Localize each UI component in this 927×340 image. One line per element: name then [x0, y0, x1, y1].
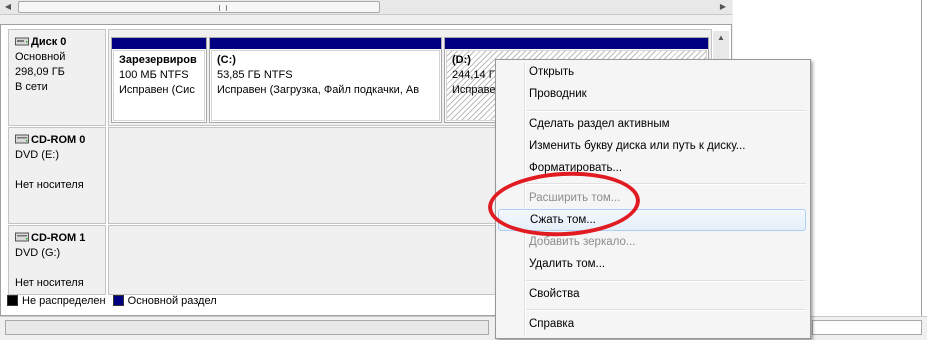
disk-status: Нет носителя	[15, 179, 84, 191]
disk-name: CD-ROM 0	[31, 134, 86, 146]
cdrom-1-label[interactable]: CD-ROM 1 DVD (G:) Нет носителя	[8, 225, 106, 295]
horizontal-scrollbar-top[interactable]: ◀ ▶	[0, 0, 732, 15]
menu-item-open[interactable]: Открыть	[498, 61, 806, 83]
volume-name: (C:)	[217, 54, 236, 66]
disk-type: DVD (G:)	[15, 247, 61, 259]
disk-0-label[interactable]: Диск 0 Основной 298,09 ГБ В сети	[8, 29, 106, 126]
disk-status: В сети	[15, 81, 48, 93]
scrollbar-thumb[interactable]	[18, 1, 380, 13]
status-box	[812, 320, 922, 335]
horizontal-scrollbar-bottom[interactable]	[5, 320, 489, 335]
volume-name: Зарезервиров	[119, 54, 197, 66]
volume-name: (D:)	[452, 54, 471, 66]
volume-c[interactable]: (C:) 53,85 ГБ NTFS Исправен (Загрузка, Ф…	[209, 37, 442, 123]
volume-reserved[interactable]: Зарезервиров 100 МБ NTFS Исправен (Сис	[111, 37, 207, 123]
menu-item-change-letter[interactable]: Изменить букву диска или путь к диску...	[498, 135, 806, 157]
scroll-up-arrow-icon[interactable]: ▲	[715, 33, 727, 42]
menu-separator	[526, 280, 806, 282]
volume-status: Исправен (Сис	[119, 84, 195, 96]
unallocated-swatch	[7, 295, 18, 306]
legend-primary: Основной раздел	[127, 295, 217, 307]
primary-swatch	[112, 295, 124, 306]
disk-type: DVD (E:)	[15, 149, 59, 161]
cdrom-0-label[interactable]: CD-ROM 0 DVD (E:) Нет носителя	[8, 127, 106, 224]
menu-separator	[526, 309, 806, 311]
menu-item-mark-active[interactable]: Сделать раздел активным	[498, 113, 806, 135]
volume-status: Исправен (Загрузка, Файл подкачки, Ав	[217, 84, 420, 96]
legend-unallocated: Не распределен	[22, 295, 106, 307]
cdrom-icon	[15, 232, 29, 242]
menu-separator	[526, 110, 806, 112]
disk-name: Диск 0	[31, 36, 67, 48]
volume-size: 53,85 ГБ NTFS	[217, 69, 293, 81]
menu-item-properties[interactable]: Свойства	[498, 283, 806, 305]
menu-item-explorer[interactable]: Проводник	[498, 83, 806, 105]
scroll-left-arrow-icon[interactable]: ◀	[1, 1, 15, 12]
disk-status: Нет носителя	[15, 277, 84, 289]
cdrom-icon	[15, 134, 29, 144]
disk-name: CD-ROM 1	[31, 232, 86, 244]
disk-type: Основной	[15, 51, 66, 63]
scroll-right-arrow-icon[interactable]: ▶	[716, 1, 730, 12]
menu-item-help[interactable]: Справка	[498, 313, 806, 335]
legend: Не распределен Основной раздел	[7, 293, 217, 309]
volume-size: 100 МБ NTFS	[119, 69, 189, 81]
disk-size: 298,09 ГБ	[15, 66, 65, 78]
hard-disk-icon	[15, 37, 29, 46]
menu-item-delete[interactable]: Удалить том...	[498, 253, 806, 275]
